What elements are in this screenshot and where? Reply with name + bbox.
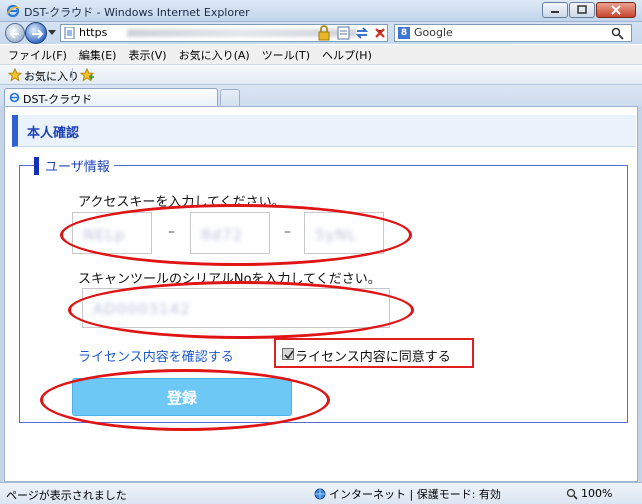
status-bar: ページが表示されました インターネット | 保護モード: 有効 100% [0, 482, 642, 504]
agree-checkbox[interactable] [282, 348, 294, 360]
search-icon[interactable] [611, 27, 625, 41]
menu-help[interactable]: ヘルプ(H) [322, 47, 372, 63]
minimize-icon [551, 11, 559, 13]
menu-edit[interactable]: 編集(E) [79, 47, 117, 63]
navigation-bar: https 8 Google [0, 22, 642, 44]
serial-number-value: AD0003142 [93, 300, 191, 318]
access-key-dash-2: – [284, 224, 291, 240]
page-icon [64, 27, 75, 39]
globe-icon [314, 488, 326, 500]
page-title: 本人確認 [27, 126, 80, 141]
section-legend: ユーザ情報 [34, 156, 114, 175]
tab-strip: DST-クラウド [0, 84, 642, 107]
menu-favorites[interactable]: お気に入り(A) [179, 47, 250, 63]
tab-label: DST-クラウド [23, 93, 93, 106]
window-controls [542, 2, 636, 18]
menu-file[interactable]: ファイル(F) [8, 47, 67, 63]
google-icon: 8 [398, 27, 410, 39]
separator [72, 68, 73, 82]
favorites-button[interactable]: お気に入り [24, 68, 79, 84]
security-zone[interactable]: インターネット | 保護モード: 有効 [314, 486, 501, 502]
search-box[interactable]: 8 Google [394, 24, 632, 42]
access-key-value-3: 5yNL [315, 226, 357, 244]
stop-icon[interactable] [372, 25, 388, 41]
agree-label: ライセンス内容に同意する [295, 350, 451, 365]
window-titlebar: DST-クラウド - Windows Internet Explorer [0, 0, 642, 22]
serial-label: スキャンツールのシリアルNoを入力してください。 [78, 272, 381, 287]
menu-bar: ファイル(F) 編集(E) 表示(V) お気に入り(A) ツール(T) ヘルプ(… [0, 44, 642, 64]
page-content: 本人確認 ユーザ情報 アクセスキーを入力してください。 NELp – 8d72 … [4, 106, 638, 482]
ie-page-icon [9, 92, 20, 103]
zoom-control[interactable]: 100% [566, 487, 612, 500]
refresh-icon[interactable] [354, 25, 370, 41]
favorites-bar: お気に入り [0, 64, 642, 84]
menu-view[interactable]: 表示(V) [128, 47, 166, 63]
ie-logo-icon [6, 4, 20, 18]
lock-icon[interactable] [318, 25, 330, 41]
menu-tools[interactable]: ツール(T) [262, 47, 310, 63]
tab-dst-cloud[interactable]: DST-クラウド [4, 88, 218, 107]
compatibility-view-icon[interactable] [336, 25, 352, 41]
access-key-dash-1: – [168, 224, 175, 240]
section-title: ユーザ情報 [45, 160, 110, 175]
history-dropdown-icon[interactable] [48, 30, 56, 36]
checkmark-icon [284, 350, 294, 360]
arrow-right-icon [32, 29, 44, 39]
minimize-button[interactable] [542, 2, 568, 18]
new-tab-button[interactable] [220, 89, 240, 107]
access-key-value-2: 8d72 [201, 226, 244, 244]
access-key-label: アクセスキーを入力してください。 [78, 195, 285, 210]
access-key-value-1: NELp [83, 226, 126, 244]
access-key-input-2[interactable]: 8d72 [190, 212, 270, 254]
access-key-input-3[interactable]: 5yNL [304, 212, 384, 254]
close-window-button[interactable] [596, 2, 636, 18]
back-button[interactable] [5, 23, 25, 43]
maximize-button[interactable] [569, 2, 595, 18]
add-favorite-icon[interactable] [80, 68, 94, 82]
access-key-input-1[interactable]: NELp [72, 212, 152, 254]
page-header: 本人確認 [12, 115, 636, 147]
zoom-icon [566, 488, 578, 500]
search-provider: Google [414, 26, 453, 39]
user-info-fieldset: ユーザ情報 アクセスキーを入力してください。 NELp – 8d72 – 5yN… [19, 156, 628, 423]
close-icon [611, 5, 621, 15]
window-title: DST-クラウド - Windows Internet Explorer [24, 6, 250, 19]
serial-number-input[interactable]: AD0003142 [82, 288, 390, 328]
arrow-left-icon [9, 29, 19, 39]
star-icon[interactable] [8, 68, 22, 82]
license-link[interactable]: ライセンス内容を確認する [78, 346, 234, 365]
maximize-icon [577, 5, 587, 14]
forward-button[interactable] [25, 22, 47, 44]
legend-bar [34, 156, 39, 175]
zone-text: インターネット | 保護モード: 有効 [329, 488, 501, 501]
register-button[interactable]: 登録 [72, 378, 292, 416]
address-url: https [79, 26, 108, 39]
status-message: ページが表示されました [6, 489, 127, 502]
zoom-level: 100% [581, 487, 613, 500]
agree-checkbox-group[interactable]: ライセンス内容に同意する [274, 338, 474, 368]
